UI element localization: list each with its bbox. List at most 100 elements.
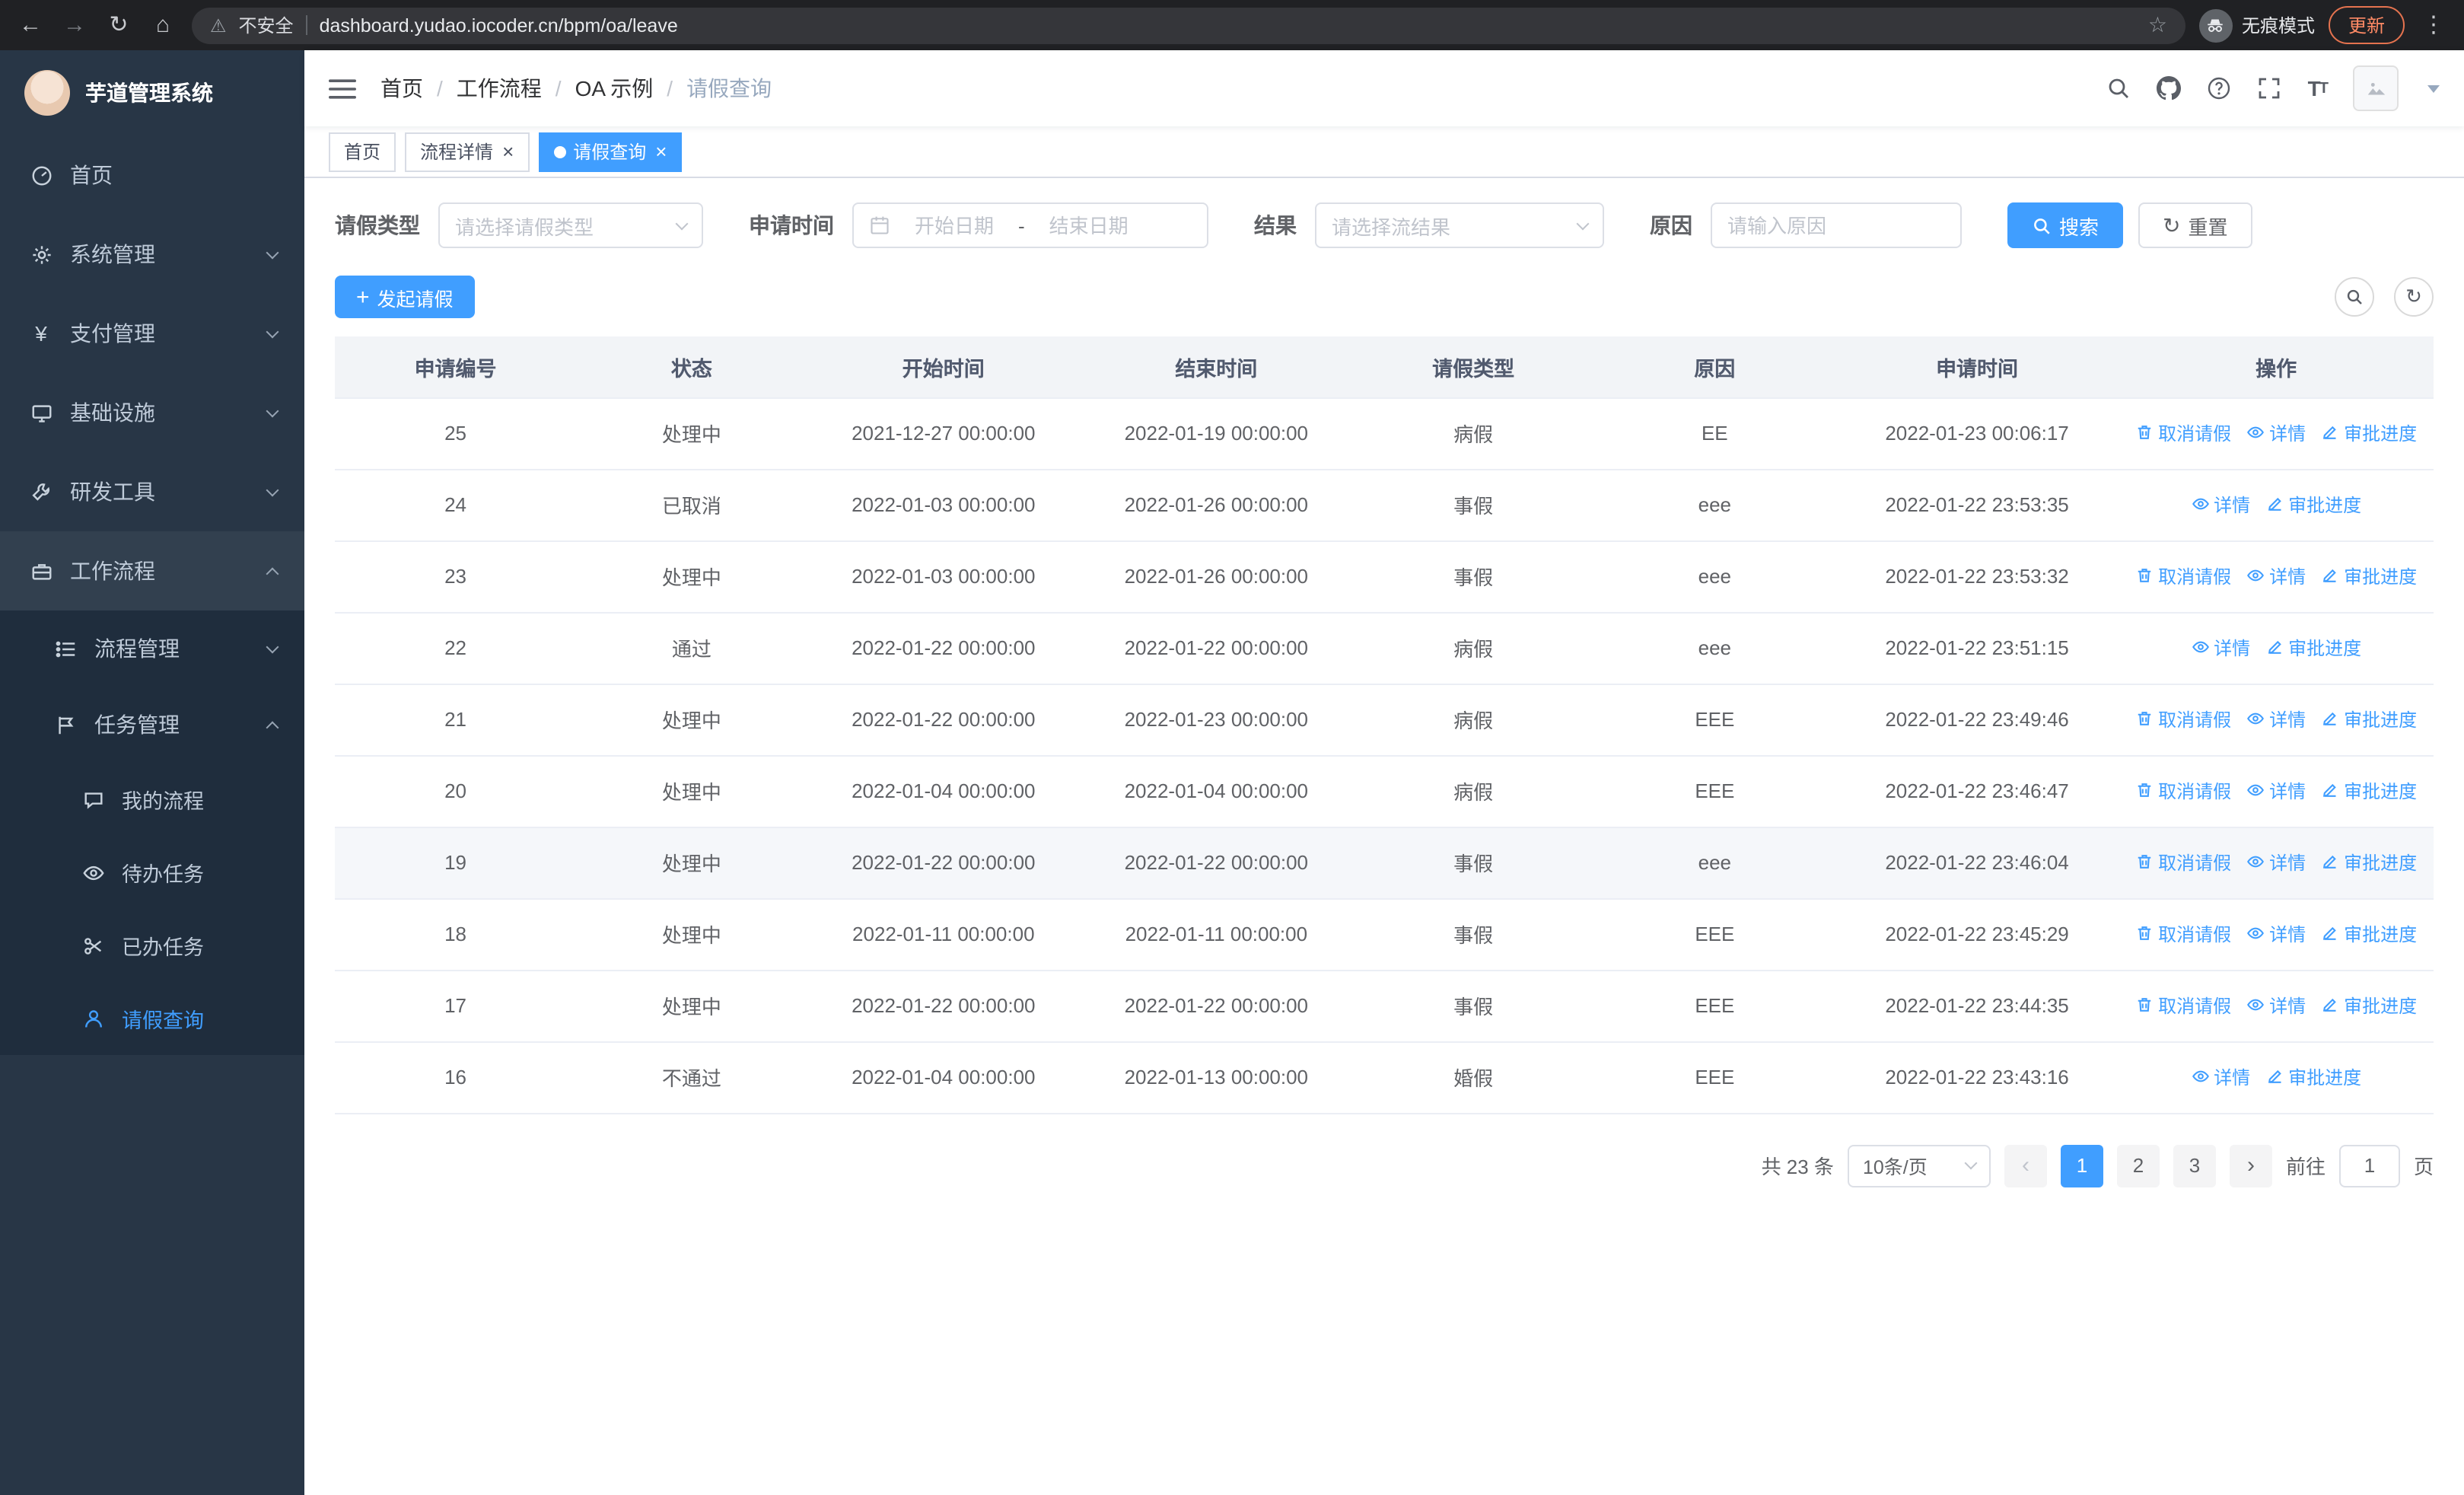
approval-progress-link[interactable]: 审批进度 <box>2265 1064 2361 1090</box>
approval-progress-link[interactable]: 审批进度 <box>2321 420 2417 446</box>
apply-time-range-picker[interactable]: - <box>852 202 1208 248</box>
detail-link[interactable]: 详情 <box>2246 850 2306 875</box>
cell-reason: eee <box>1593 469 1835 541</box>
gear-icon <box>27 243 55 266</box>
table-row: 19 处理中 2022-01-22 00:00:00 2022-01-22 00:00… <box>335 827 2434 899</box>
next-page-button[interactable]: › <box>2229 1144 2272 1187</box>
cancel-leave-link[interactable]: 取消请假 <box>2135 420 2231 446</box>
bookmark-star-icon[interactable]: ☆ <box>2148 12 2167 38</box>
sidebar-item-my-process[interactable]: 我的流程 <box>0 763 304 836</box>
sidebar-item-infrastructure[interactable]: 基础设施 <box>0 373 304 452</box>
chevron-down-icon <box>266 403 279 417</box>
cell-apply-time: 2022-01-23 00:06:17 <box>1835 397 2119 470</box>
font-size-icon[interactable]: TT <box>2308 76 2329 100</box>
table-row: 24 已取消 2022-01-03 00:00:00 2022-01-26 00:00… <box>335 469 2434 541</box>
table-row: 21 处理中 2022-01-22 00:00:00 2022-01-23 00:00… <box>335 684 2434 756</box>
approval-progress-link[interactable]: 审批进度 <box>2265 492 2361 518</box>
refresh-table-button[interactable]: ↻ <box>2394 277 2434 317</box>
approval-progress-link[interactable]: 审批进度 <box>2321 850 2417 875</box>
close-icon[interactable]: × <box>655 142 667 161</box>
cell-leave-type: 病假 <box>1352 684 1594 756</box>
detail-link[interactable]: 详情 <box>2246 420 2306 446</box>
detail-link[interactable]: 详情 <box>2191 492 2250 518</box>
hamburger-icon[interactable] <box>329 77 356 100</box>
sidebar-item-todo-tasks[interactable]: 待办任务 <box>0 836 304 909</box>
create-leave-button[interactable]: + 发起请假 <box>335 276 475 318</box>
reason-input[interactable] <box>1727 214 1945 237</box>
cell-reason: EEE <box>1593 684 1835 756</box>
detail-link[interactable]: 详情 <box>2246 993 2306 1018</box>
list-icon <box>52 637 79 660</box>
cell-end-time: 2022-01-04 00:00:00 <box>1080 755 1353 827</box>
tab-leave-query[interactable]: 请假查询 × <box>538 132 683 171</box>
home-icon[interactable]: ⌂ <box>148 14 178 37</box>
apply-time-label: 申请时间 <box>749 213 834 237</box>
reload-icon[interactable]: ↻ <box>103 14 134 37</box>
page-button-3[interactable]: 3 <box>2173 1144 2216 1187</box>
cancel-leave-link[interactable]: 取消请假 <box>2135 850 2231 875</box>
end-date-input[interactable] <box>1030 214 1147 237</box>
sidebar-item-leave-query[interactable]: 请假查询 <box>0 982 304 1055</box>
sidebar-item-done-tasks[interactable]: 已办任务 <box>0 909 304 982</box>
goto-page-input[interactable] <box>2338 1144 2400 1187</box>
page-button-2[interactable]: 2 <box>2116 1144 2160 1187</box>
back-icon[interactable]: ← <box>15 14 46 37</box>
cancel-leave-link[interactable]: 取消请假 <box>2135 921 2231 947</box>
breadcrumb-item[interactable]: OA 示例 <box>575 73 654 104</box>
detail-link[interactable]: 详情 <box>2191 635 2250 661</box>
page-button-1[interactable]: 1 <box>2060 1144 2103 1187</box>
approval-progress-link[interactable]: 审批进度 <box>2321 778 2417 804</box>
detail-link[interactable]: 详情 <box>2246 706 2306 732</box>
security-warning-label[interactable]: 不安全 <box>239 12 294 38</box>
cell-leave-type: 婚假 <box>1352 1041 1594 1114</box>
breadcrumb-item[interactable]: 工作流程 <box>457 73 542 104</box>
tab-home[interactable]: 首页 <box>329 132 396 171</box>
user-avatar[interactable] <box>2353 65 2399 111</box>
url-text[interactable]: dashboard.yudao.iocoder.cn/bpm/oa/leave <box>320 14 2136 36</box>
forward-icon[interactable]: → <box>59 14 90 37</box>
reset-button[interactable]: ↻ 重置 <box>2138 202 2252 248</box>
tab-process-detail[interactable]: 流程详情 × <box>405 132 530 171</box>
url-bar[interactable]: ⚠ 不安全 dashboard.yudao.iocoder.cn/bpm/oa/… <box>192 7 2185 43</box>
github-icon[interactable] <box>2157 76 2182 100</box>
toggle-search-button[interactable] <box>2335 277 2374 317</box>
result-select[interactable]: 请选择流结果 <box>1315 202 1604 248</box>
sidebar-item-process-management[interactable]: 流程管理 <box>0 610 304 687</box>
detail-link[interactable]: 详情 <box>2246 563 2306 589</box>
cancel-leave-link[interactable]: 取消请假 <box>2135 778 2231 804</box>
sidebar-item-system[interactable]: 系统管理 <box>0 215 304 294</box>
sidebar-item-devtools[interactable]: 研发工具 <box>0 452 304 531</box>
chevron-down-icon[interactable] <box>2427 84 2440 92</box>
search-icon[interactable] <box>2107 76 2131 100</box>
help-icon[interactable] <box>2208 76 2232 100</box>
search-button[interactable]: 搜索 <box>2007 202 2124 248</box>
prev-page-button[interactable]: ‹ <box>2004 1144 2047 1187</box>
start-date-input[interactable] <box>896 214 1012 237</box>
cancel-leave-link[interactable]: 取消请假 <box>2135 993 2231 1018</box>
leave-type-label: 请假类型 <box>335 213 420 237</box>
detail-link[interactable]: 详情 <box>2246 921 2306 947</box>
sidebar-item-home[interactable]: 首页 <box>0 135 304 215</box>
menu-kebab-icon[interactable]: ⋮ <box>2418 14 2449 37</box>
approval-progress-link[interactable]: 审批进度 <box>2321 706 2417 732</box>
sidebar-item-payment[interactable]: ¥ 支付管理 <box>0 294 304 373</box>
approval-progress-link[interactable]: 审批进度 <box>2321 993 2417 1018</box>
approval-progress-link[interactable]: 审批进度 <box>2321 921 2417 947</box>
fullscreen-icon[interactable] <box>2258 76 2282 100</box>
leave-type-select[interactable]: 请选择请假类型 <box>438 202 703 248</box>
update-button[interactable]: 更新 <box>2328 6 2405 44</box>
approval-progress-link[interactable]: 审批进度 <box>2265 635 2361 661</box>
action-label: 详情 <box>2269 923 2306 945</box>
approval-progress-link[interactable]: 审批进度 <box>2321 563 2417 589</box>
cancel-leave-link[interactable]: 取消请假 <box>2135 706 2231 732</box>
goto-suffix: 页 <box>2413 1156 2434 1178</box>
sidebar-item-workflow[interactable]: 工作流程 <box>0 531 304 610</box>
detail-link[interactable]: 详情 <box>2246 778 2306 804</box>
close-icon[interactable]: × <box>502 142 514 161</box>
page-size-select[interactable]: 10条/页 <box>1847 1144 1991 1187</box>
detail-link[interactable]: 详情 <box>2191 1064 2250 1090</box>
sidebar-item-task-management[interactable]: 任务管理 <box>0 687 304 763</box>
app-logo[interactable]: 芋道管理系统 <box>0 50 304 135</box>
breadcrumb-item[interactable]: 首页 <box>380 73 423 104</box>
cancel-leave-link[interactable]: 取消请假 <box>2135 563 2231 589</box>
